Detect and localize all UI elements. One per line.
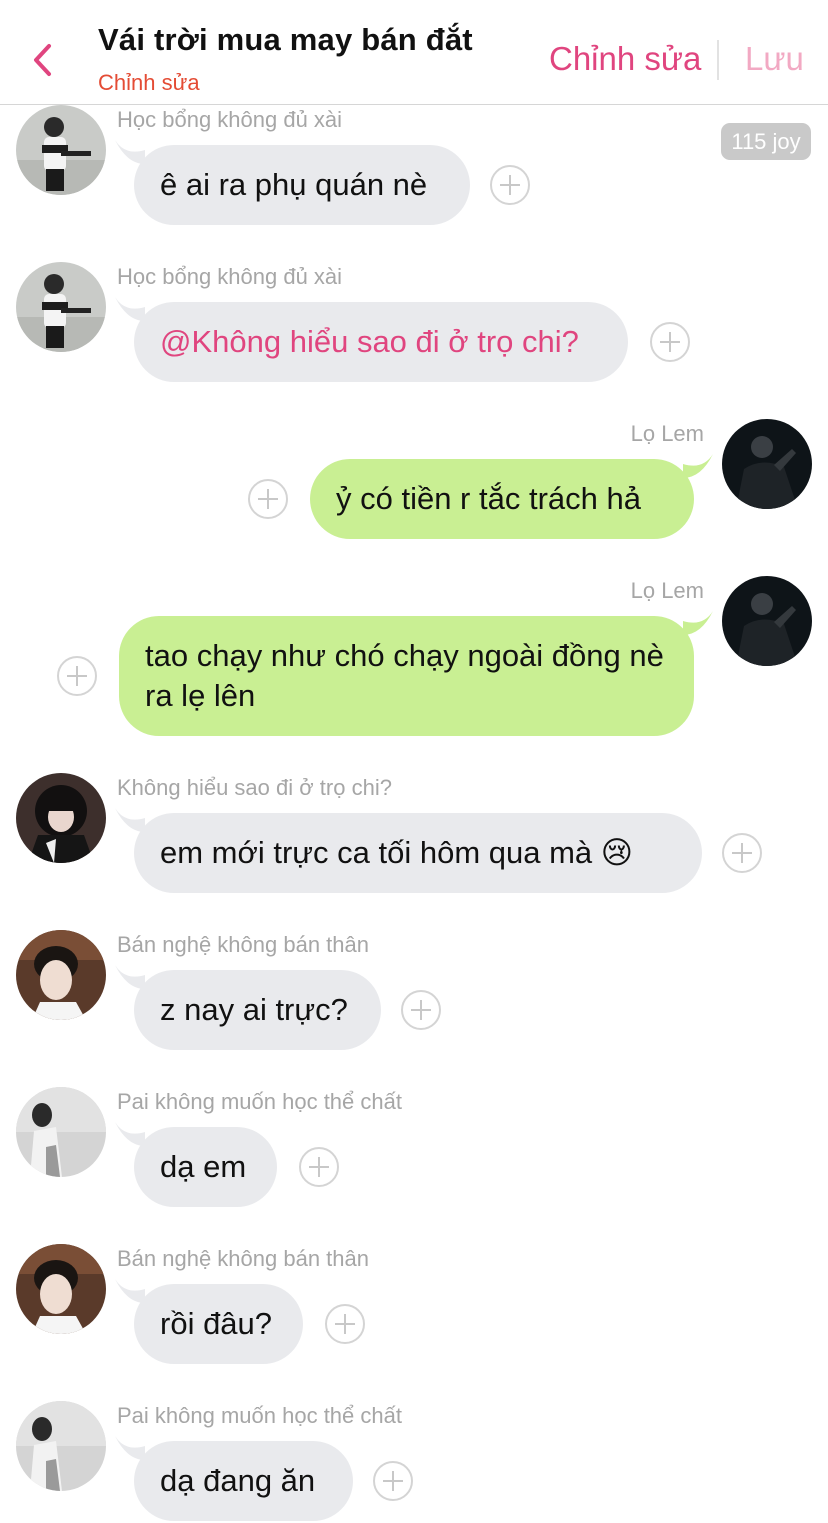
message-bubble[interactable]: ê ai ra phụ quán nè xyxy=(134,145,470,225)
add-reaction-icon[interactable] xyxy=(373,1461,413,1501)
avatar-short-hair[interactable] xyxy=(16,930,106,1020)
joy-badge: 115 joy xyxy=(721,123,811,160)
message-bubble[interactable]: tao chạy như chó chạy ngoài đồng nè ra l… xyxy=(119,616,694,736)
avatar-dark-suit[interactable] xyxy=(722,419,812,509)
message-bubble[interactable]: dạ em xyxy=(134,1127,277,1207)
sender-name: Không hiểu sao đi ở trọ chi? xyxy=(117,775,392,800)
message-bubble[interactable]: @Không hiểu sao đi ở trọ chi? xyxy=(134,302,628,382)
bubble-tail xyxy=(115,965,145,989)
avatar-gun-pose[interactable] xyxy=(16,262,106,352)
avatar-grayscale[interactable] xyxy=(16,1087,106,1177)
message-bubble[interactable]: dạ đang ăn xyxy=(134,1441,353,1521)
bubble-tail xyxy=(115,1122,145,1146)
chat-title[interactable]: Vái trời mua may bán đắt xyxy=(98,22,473,58)
sender-name: Pai không muốn học thể chất xyxy=(117,1089,402,1114)
sender-name: Bán nghệ không bán thân xyxy=(117,932,370,957)
mention-text[interactable]: @Không hiểu sao đi ở trọ chi? xyxy=(160,324,579,359)
avatar-gun-pose[interactable] xyxy=(16,105,106,195)
bubble-tail xyxy=(115,140,145,164)
add-reaction-icon[interactable] xyxy=(299,1147,339,1187)
bubble-tail xyxy=(115,1436,145,1460)
back-chevron-icon[interactable] xyxy=(28,40,58,80)
save-button[interactable]: Lưu xyxy=(745,40,804,78)
header-divider xyxy=(717,40,719,80)
avatar-black-hair[interactable] xyxy=(16,773,106,863)
bubble-tail xyxy=(683,454,713,478)
add-reaction-icon[interactable] xyxy=(401,990,441,1030)
sender-name: Lọ Lem xyxy=(630,421,704,446)
message-bubble[interactable]: ỷ có tiền r tắc trách hả xyxy=(310,459,694,539)
sender-name: Học bổng không đủ xài xyxy=(117,264,343,289)
add-reaction-icon[interactable] xyxy=(490,165,530,205)
add-reaction-icon[interactable] xyxy=(248,479,288,519)
sender-name: Bán nghệ không bán thân xyxy=(117,1246,370,1271)
bubble-tail xyxy=(115,297,145,321)
message-bubble[interactable]: rồi đâu? xyxy=(134,1284,303,1364)
avatar-grayscale[interactable] xyxy=(16,1401,106,1491)
avatar-short-hair[interactable] xyxy=(16,1244,106,1334)
add-reaction-icon[interactable] xyxy=(57,656,97,696)
sender-name: Lọ Lem xyxy=(630,578,704,603)
bubble-tail xyxy=(115,808,145,832)
add-reaction-icon[interactable] xyxy=(325,1304,365,1344)
message-bubble[interactable]: em mới trực ca tối hôm qua mà 😢 xyxy=(134,813,702,893)
chat-header: Vái trời mua may bán đắt Chỉnh sửa Chỉnh… xyxy=(0,0,828,105)
chat-subtitle[interactable]: Chỉnh sửa xyxy=(98,70,200,96)
add-reaction-icon[interactable] xyxy=(722,833,762,873)
sender-name: Pai không muốn học thể chất xyxy=(117,1403,402,1428)
add-reaction-icon[interactable] xyxy=(650,322,690,362)
bubble-tail xyxy=(115,1279,145,1303)
avatar-dark-suit[interactable] xyxy=(722,576,812,666)
message-bubble[interactable]: z nay ai trực? xyxy=(134,970,381,1050)
bubble-tail xyxy=(683,611,713,635)
edit-button[interactable]: Chỉnh sửa xyxy=(549,40,701,78)
sender-name: Học bổng không đủ xài xyxy=(117,107,343,132)
